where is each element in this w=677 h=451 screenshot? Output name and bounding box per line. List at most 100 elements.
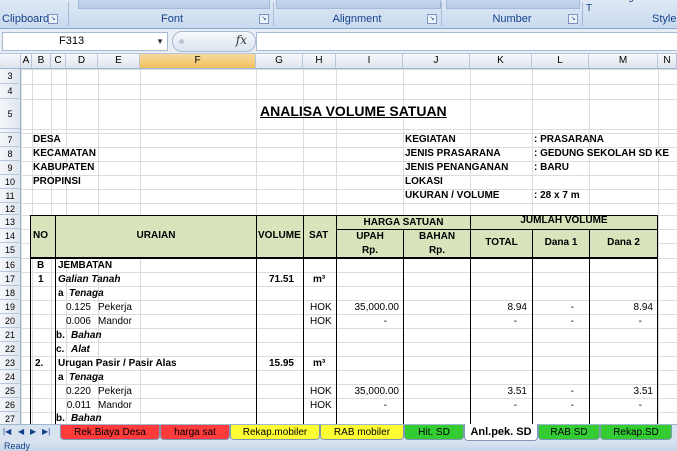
cell-uraian: Urugan Pasir / Pasir Alas <box>58 358 177 369</box>
info-jenis-penanganan-value: : BARU <box>534 162 569 173</box>
cell-coef: 0.006 <box>65 316 91 327</box>
insert-function-icon[interactable]: fx <box>236 33 247 47</box>
sheet-tab-7[interactable]: RAB SD <box>538 425 600 440</box>
row-header[interactable]: 17 <box>0 272 20 286</box>
column-header-c[interactable]: C <box>51 54 66 68</box>
row-headers: 3 4 5 6 7 8 9 10 11 12 13 14 15 16 17 18… <box>0 69 21 424</box>
name-box[interactable]: F313 ▼ <box>2 32 168 51</box>
column-header-k[interactable]: K <box>470 54 532 68</box>
header-upah: UPAH <box>356 231 384 242</box>
column-header-a[interactable]: A <box>21 54 32 68</box>
ribbon: Clipboard ↘ Font ↘ Alignment ↘ Number ↘ … <box>0 0 677 29</box>
row-header[interactable]: 25 <box>0 384 20 398</box>
font-launcher-icon[interactable]: ↘ <box>259 14 269 24</box>
cell-dana2: - <box>638 400 642 411</box>
formula-input[interactable] <box>256 32 677 51</box>
row-header[interactable]: 23 <box>0 356 20 370</box>
row-header[interactable]: 26 <box>0 398 20 412</box>
cell-sat: HOK <box>310 386 332 397</box>
cell-sat: m³ <box>313 274 326 285</box>
row-header[interactable]: 21 <box>0 328 20 342</box>
row-header[interactable]: 4 <box>0 84 20 99</box>
column-header-e[interactable]: E <box>98 54 140 68</box>
styles-group: Formatting ˇ as T <box>586 0 656 20</box>
column-header-g[interactable]: G <box>256 54 303 68</box>
column-header-b[interactable]: B <box>32 54 51 68</box>
select-all-corner[interactable] <box>0 54 21 68</box>
sheet-tab-8[interactable]: Rekap.SD <box>600 425 672 440</box>
cell-sub: a <box>58 372 64 383</box>
cell-sub: c. <box>56 344 65 355</box>
row-header[interactable]: 22 <box>0 342 20 356</box>
sheet-tab-6[interactable]: Anl.pek. SD <box>464 424 538 441</box>
cell-dana2: - <box>638 316 642 327</box>
cell-uraian: Mandor <box>98 400 132 411</box>
column-header-f[interactable]: F <box>140 54 256 68</box>
row-header[interactable]: 19 <box>0 300 20 314</box>
row-header[interactable]: 24 <box>0 370 20 384</box>
column-header-m[interactable]: M <box>589 54 658 68</box>
cell-upah: - <box>383 400 387 411</box>
prev-sheet-icon[interactable]: ◀ <box>18 427 24 436</box>
header-rp-upah: Rp. <box>361 245 379 256</box>
resize-handle-icon[interactable] <box>179 39 184 44</box>
row-header[interactable]: 7 <box>0 133 20 147</box>
row-header[interactable]: 20 <box>0 314 20 328</box>
row-header[interactable]: 10 <box>0 175 20 189</box>
font-group: Font ↘ <box>72 0 272 28</box>
header-uraian: URAIAN <box>136 230 176 241</box>
worksheet-grid[interactable]: ANALISA VOLUME SATUAN DESA KECAMATAN KAB… <box>21 69 677 424</box>
row-header[interactable]: 3 <box>0 69 20 84</box>
row-header[interactable]: 15 <box>0 243 20 258</box>
header-dana1: Dana 1 <box>544 237 578 248</box>
info-desa: DESA <box>33 134 61 145</box>
cell-uraian: Tenaga <box>69 288 104 299</box>
chevron-down-icon[interactable]: ▼ <box>156 33 164 50</box>
sheet-tab-4[interactable]: RAB mobiler <box>320 425 404 440</box>
clipboard-launcher-icon[interactable]: ↘ <box>48 14 58 24</box>
row-header[interactable]: 11 <box>0 189 20 203</box>
sheet-title: ANALISA VOLUME SATUAN <box>260 103 447 119</box>
column-header-h[interactable]: H <box>303 54 336 68</box>
sheet-tab-2[interactable]: harga sat <box>160 425 230 440</box>
column-header-l[interactable]: L <box>532 54 589 68</box>
last-sheet-icon[interactable]: ▶| <box>42 427 50 436</box>
column-header-i[interactable]: I <box>336 54 403 68</box>
cell-no: B <box>37 260 45 271</box>
column-header-d[interactable]: D <box>66 54 98 68</box>
next-sheet-icon[interactable]: ▶ <box>30 427 36 436</box>
sheet-tab-3[interactable]: Rekap.mobiler <box>230 425 320 440</box>
row-header[interactable]: 8 <box>0 147 20 161</box>
row-header[interactable]: 5 <box>0 99 20 129</box>
cell-dana1: - <box>570 400 574 411</box>
header-sat: SAT <box>309 230 329 241</box>
number-label: Number <box>492 13 532 25</box>
info-jenis-prasarana-value: : GEDUNG SEKOLAH SD KE <box>534 148 670 159</box>
cell-sub: a <box>58 288 64 299</box>
status-text: Ready <box>4 441 31 451</box>
row-header[interactable]: 9 <box>0 161 20 175</box>
cell-upah: - <box>383 316 387 327</box>
cell-sat: HOK <box>310 316 332 327</box>
info-jenis-penanganan-label: JENIS PENANGANAN <box>405 162 509 173</box>
cell-sat: HOK <box>310 302 332 313</box>
row-header[interactable]: 13 <box>0 215 20 229</box>
alignment-launcher-icon[interactable]: ↘ <box>427 14 437 24</box>
column-header-j[interactable]: J <box>403 54 470 68</box>
number-launcher-icon[interactable]: ↘ <box>568 14 578 24</box>
conditional-formatting-label[interactable]: Formatting ˇ as T <box>586 0 656 14</box>
sheet-tab-5[interactable]: Hit. SD <box>404 425 464 440</box>
first-sheet-icon[interactable]: |◀ <box>3 427 11 436</box>
row-header[interactable]: 14 <box>0 229 20 243</box>
row-header[interactable]: 12 <box>0 203 20 215</box>
header-harga-satuan: HARGA SATUAN <box>363 217 444 228</box>
header-jumlah-volume: JUMLAH VOLUME <box>520 215 608 226</box>
clipboard-group: Clipboard ↘ <box>0 0 62 28</box>
column-header-n[interactable]: N <box>658 54 677 68</box>
row-header[interactable]: 16 <box>0 258 20 272</box>
row-header[interactable]: 18 <box>0 286 20 300</box>
sheet-tab-1[interactable]: Rek.Biaya Desa <box>60 425 160 440</box>
cell-uraian: Bahan <box>71 330 102 341</box>
row-header[interactable]: 27 <box>0 412 20 424</box>
cell-sat: HOK <box>310 400 332 411</box>
